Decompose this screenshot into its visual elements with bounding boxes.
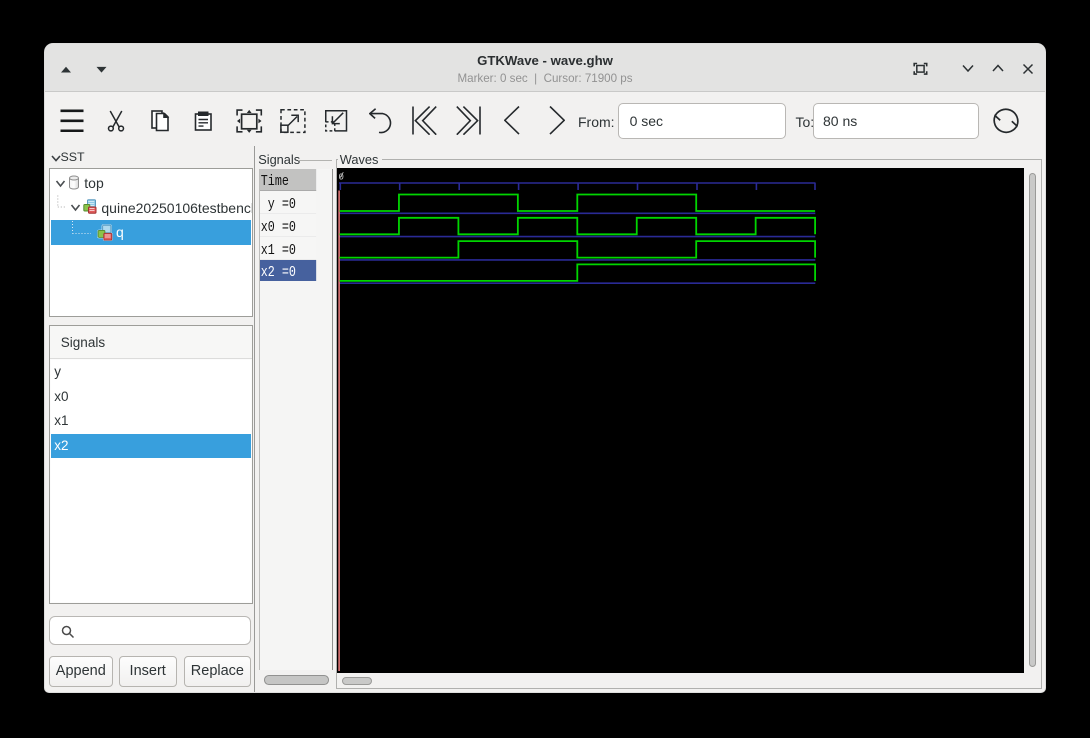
svg-text:0: 0: [338, 173, 343, 183]
